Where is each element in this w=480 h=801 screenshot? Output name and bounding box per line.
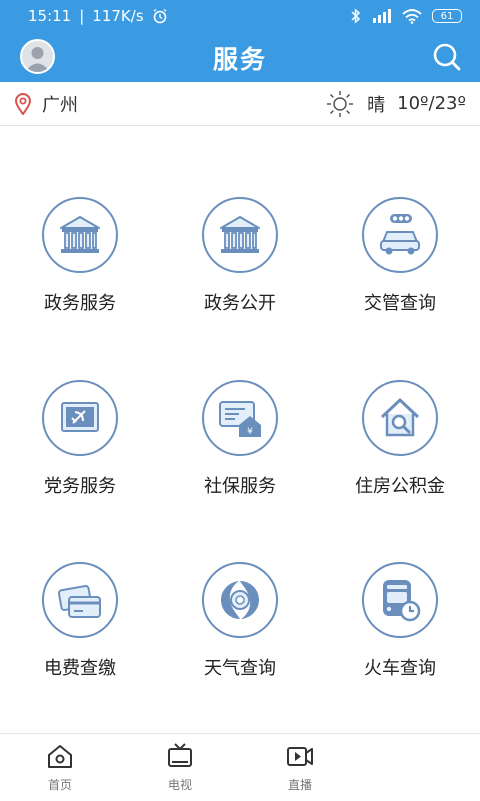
tab-label: 直播: [287, 778, 312, 792]
tab-label: 首页: [47, 778, 72, 792]
service-housing-fund[interactable]: 住房公积金: [320, 310, 480, 497]
temperature-range: 10º/23º: [397, 93, 466, 114]
sun-icon: [327, 90, 354, 117]
service-grid: 政务服务 政务公开 交管查询 党务服务 ¥ 社保服务 住房公积金 电费查缴 天气…: [0, 127, 480, 727]
signal-icon: [373, 9, 391, 23]
city-name: 广州: [42, 94, 78, 116]
app-header: 服务: [0, 32, 480, 82]
weather-condition: 晴: [367, 94, 386, 116]
status-right: 61: [350, 8, 462, 24]
service-label: 天气查询: [204, 658, 276, 679]
status-left: 15:11 | 117K/s: [28, 7, 168, 25]
train-clock-icon: [383, 580, 421, 622]
alarm-icon: [153, 8, 167, 24]
government-building-icon: [60, 216, 100, 253]
service-electricity-bill[interactable]: 电费查缴: [0, 492, 160, 679]
service-icon-circle: [362, 197, 438, 273]
bluetooth-icon: [351, 8, 361, 24]
home-icon: [48, 745, 72, 768]
service-party-services[interactable]: 党务服务: [0, 310, 160, 497]
search-icon[interactable]: [430, 40, 464, 74]
wifi-icon: [402, 8, 422, 24]
tab-tv[interactable]: 电视: [140, 742, 220, 793]
service-gov-services[interactable]: 政务服务: [0, 127, 160, 314]
service-gov-public[interactable]: 政务公开: [160, 127, 320, 314]
battery-indicator: 61: [432, 9, 462, 23]
service-icon-circle: [362, 380, 438, 456]
service-icon-circle: [202, 562, 278, 638]
svg-text:¥: ¥: [247, 427, 253, 437]
service-icon-circle: [42, 380, 118, 456]
status-divider: |: [79, 7, 85, 25]
service-label: 电费查缴: [44, 658, 116, 679]
government-building-icon: [220, 216, 260, 253]
tv-icon: [168, 743, 192, 767]
service-icon-circle: [42, 562, 118, 638]
cards-icon: [57, 585, 101, 618]
weather: 晴 10º/23º: [325, 89, 466, 119]
car-traffic-light-icon: [380, 214, 420, 255]
location-pin-icon: [14, 92, 32, 115]
typhoon-icon: [221, 581, 259, 619]
service-social-security[interactable]: ¥ 社保服务: [160, 310, 320, 497]
house-search-icon: [380, 398, 420, 437]
status-time: 15:11: [28, 7, 72, 25]
service-traffic-query[interactable]: 交管查询: [320, 127, 480, 314]
service-icon-circle: [202, 197, 278, 273]
bottom-tab-bar: 首页 电视 直播: [0, 733, 480, 801]
party-flag-icon: [61, 402, 99, 432]
status-network-speed: 117K/s: [92, 7, 144, 25]
location[interactable]: 广州: [14, 91, 78, 117]
service-icon-circle: [362, 562, 438, 638]
page-title: 服务: [212, 45, 267, 74]
service-train-query[interactable]: 火车查询: [320, 492, 480, 679]
service-icon-circle: [42, 197, 118, 273]
social-security-card-icon: ¥: [219, 401, 261, 437]
service-label: 火车查询: [364, 658, 436, 679]
live-video-icon: [287, 747, 313, 766]
tab-home[interactable]: 首页: [20, 742, 100, 793]
service-weather-query[interactable]: 天气查询: [160, 492, 320, 679]
service-icon-circle: ¥: [202, 380, 278, 456]
tab-label: 电视: [167, 778, 192, 792]
status-bar: 15:11 | 117K/s 61: [0, 0, 480, 32]
tab-live[interactable]: 直播: [260, 742, 340, 793]
location-weather-bar: 广州 晴 10º/23º: [0, 82, 480, 126]
